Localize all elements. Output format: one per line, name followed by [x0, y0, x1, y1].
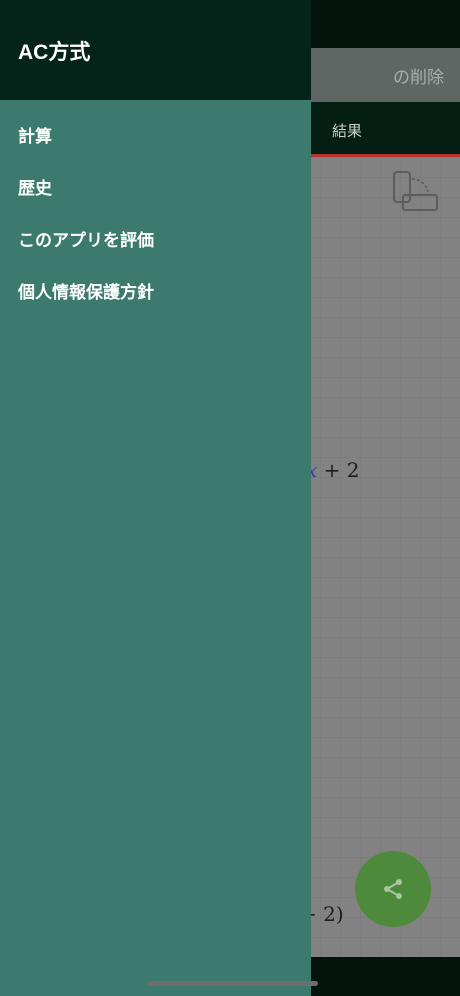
home-indicator[interactable] — [148, 981, 318, 986]
drawer-title: AC方式 — [18, 41, 91, 64]
menu-item-privacy-policy[interactable]: 個人情報保護方針 — [0, 264, 311, 316]
share-icon — [384, 879, 402, 899]
tab-result[interactable]: 結果 — [332, 120, 362, 141]
rotate-screen-icon[interactable] — [390, 170, 440, 214]
menu-item-history[interactable]: 歴史 — [0, 160, 311, 212]
expression-rest: + 2 — [317, 458, 360, 482]
menu-item-rate-app[interactable]: このアプリを評価 — [0, 212, 311, 264]
delete-action-label[interactable]: の削除 — [393, 63, 444, 88]
share-button[interactable] — [355, 851, 431, 927]
menu-item-calculation[interactable]: 計算 — [0, 108, 311, 160]
drawer-menu: 計算 歴史 このアプリを評価 個人情報保護方針 — [0, 108, 311, 316]
navigation-drawer: AC方式 計算 歴史 このアプリを評価 個人情報保護方針 — [0, 0, 311, 996]
drawer-header: AC方式 — [0, 0, 311, 100]
expression-line-1: x + 2 — [306, 458, 359, 482]
